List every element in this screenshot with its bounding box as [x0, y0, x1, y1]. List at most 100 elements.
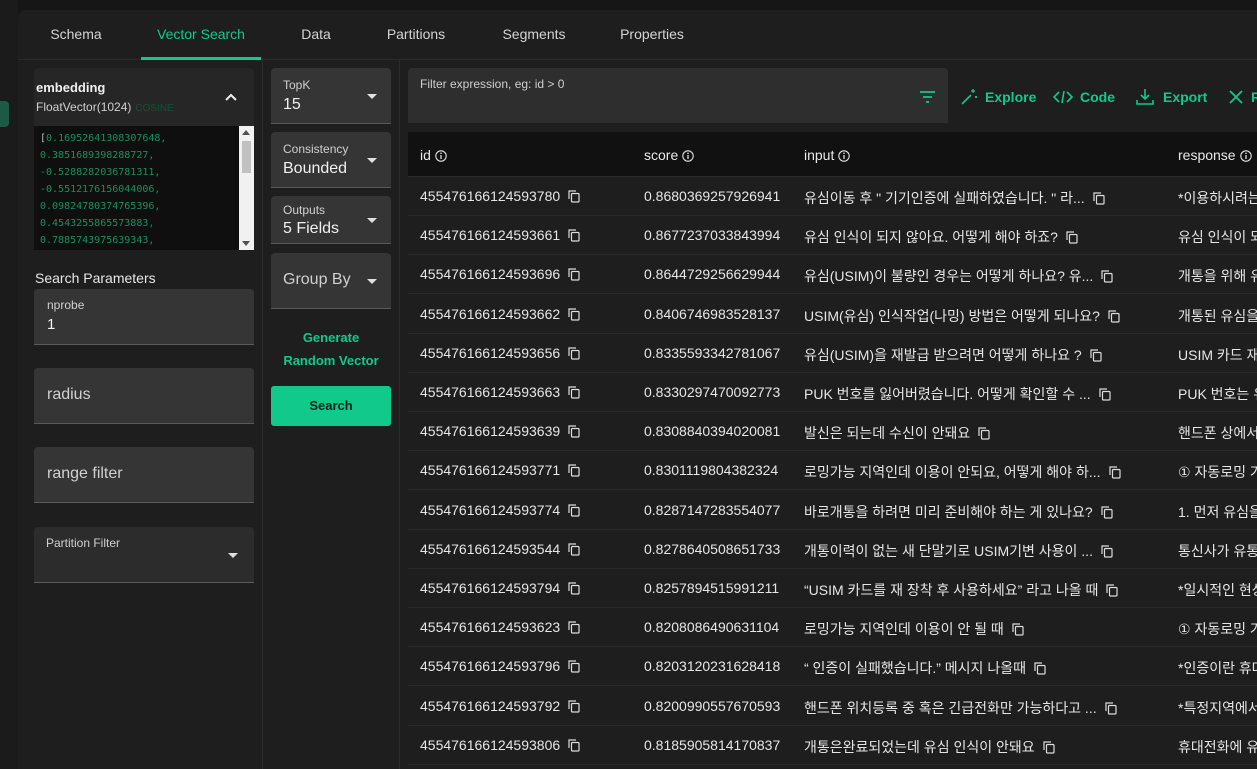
info-icon[interactable] [1239, 150, 1252, 162]
partition-filter-select[interactable]: Partition Filter [34, 527, 254, 583]
copy-icon[interactable] [1101, 270, 1113, 283]
export-button[interactable]: Export [1136, 88, 1216, 108]
scroll-up-icon[interactable] [242, 130, 250, 135]
generate-random-vector-button[interactable]: Generate Random Vector [271, 326, 391, 372]
cell-response: *일시적인 현상 [1178, 582, 1257, 598]
id-value: 455476166124593663 [420, 384, 561, 400]
copy-icon[interactable] [568, 699, 580, 713]
copy-icon[interactable] [1043, 741, 1055, 754]
tab-data[interactable]: Data [286, 10, 346, 60]
copy-icon[interactable] [568, 660, 580, 673]
copy-icon[interactable] [568, 229, 580, 242]
table-row[interactable]: 455476166124593780 0.8680369257926941 유심이동… [408, 177, 1257, 216]
copy-icon[interactable] [568, 347, 580, 360]
cell-response: ① 자동로밍 가 [1178, 621, 1257, 638]
column-header-input[interactable]: input [804, 147, 851, 163]
vector-input[interactable]: [0.16952641308307648, 0.3851689398288727… [34, 126, 254, 250]
copy-icon[interactable] [1034, 662, 1046, 675]
copy-icon[interactable] [1101, 505, 1113, 519]
id-value: 455476166124593780 [420, 188, 561, 204]
column-header-score[interactable]: score [644, 147, 694, 163]
cell-id: 455476166124593774 [420, 502, 640, 518]
info-icon[interactable] [435, 150, 447, 162]
copy-icon[interactable] [568, 425, 580, 438]
table-row[interactable]: 455476166124593806 0.8185905814170837 개통은완… [408, 726, 1257, 765]
vector-scrollbar[interactable] [239, 126, 254, 250]
table-row[interactable]: 455476166124593794 0.8257894515991211 “USI… [408, 569, 1257, 608]
cell-id: 455476166124593696 [420, 266, 640, 282]
tab-partitions[interactable]: Partitions [376, 10, 456, 60]
copy-icon[interactable] [1108, 466, 1121, 479]
table-row[interactable]: 455476166124593656 0.8335593342781067 유심(U… [408, 334, 1257, 373]
column-header-id[interactable]: id [420, 147, 447, 163]
field-type-label: FloatVector(1024) [36, 100, 132, 114]
cell-score: 0.8257894515991211 [644, 580, 780, 596]
scroll-down-icon[interactable] [242, 241, 250, 246]
copy-icon[interactable] [1093, 192, 1105, 205]
copy-icon[interactable] [1108, 309, 1120, 323]
table-row[interactable]: 455476166124593661 0.8677237033843994 유심 인… [408, 216, 1257, 256]
range-filter-placeholder: range filter [47, 465, 123, 482]
range-filter-field[interactable]: range filter [34, 447, 254, 503]
copy-icon[interactable] [1090, 349, 1102, 362]
tab-schema[interactable]: Schema [34, 10, 118, 60]
nprobe-field[interactable]: nprobe 1 [34, 289, 254, 345]
table-row[interactable]: 455476166124593771 0.8301119804382324 로밍가능… [408, 451, 1257, 491]
column-label: response [1178, 147, 1236, 163]
copy-icon[interactable] [1066, 231, 1078, 244]
rail-active-indicator[interactable] [0, 101, 9, 127]
copy-icon[interactable] [568, 386, 580, 399]
tab-properties[interactable]: Properties [612, 10, 692, 60]
chevron-up-icon[interactable] [224, 90, 238, 104]
filter-expression-input[interactable]: Filter expression, eg: id > 0 [408, 68, 948, 123]
table-row[interactable]: 455476166124593663 0.8330297470092773 PUK … [408, 373, 1257, 412]
consistency-select[interactable]: Consistency Bounded [271, 132, 391, 188]
copy-icon[interactable] [568, 307, 580, 321]
copy-icon[interactable] [568, 543, 580, 556]
table-row[interactable]: 455476166124593623 0.8208086490631104 로밍가능… [408, 608, 1257, 648]
cell-response: 개통을 위해 유 [1178, 268, 1257, 285]
outputs-select[interactable]: Outputs 5 Fields [271, 196, 391, 244]
copy-icon[interactable] [1106, 584, 1119, 597]
tab-segments[interactable]: Segments [494, 10, 574, 60]
table-row[interactable]: 455476166124593544 0.8278640508651733 개통이력… [408, 530, 1257, 569]
column-header-response[interactable]: response [1178, 147, 1252, 163]
table-row[interactable]: 455476166124593639 0.8308840394020081 발신은 … [408, 412, 1257, 452]
table-row[interactable]: 455476166124593796 0.8203120231628418 “ 인증… [408, 647, 1257, 687]
info-icon[interactable] [682, 150, 694, 162]
cell-id: 455476166124593623 [420, 619, 640, 635]
copy-icon[interactable] [568, 190, 580, 203]
code-button[interactable]: Code [1053, 88, 1123, 108]
copy-icon[interactable] [1012, 623, 1024, 636]
copy-icon[interactable] [1099, 388, 1111, 401]
chevron-down-icon [367, 94, 377, 99]
tab-vector-search[interactable]: Vector Search [141, 10, 261, 60]
info-icon[interactable] [838, 150, 851, 162]
reset-button[interactable]: R [1228, 88, 1257, 108]
radius-field[interactable]: radius [34, 368, 254, 424]
copy-icon[interactable] [568, 621, 580, 634]
copy-icon[interactable] [568, 739, 580, 752]
table-row[interactable]: 455476166124593696 0.8644729256629944 유심(U… [408, 255, 1257, 295]
field-name: embedding [36, 80, 106, 95]
filter-icon[interactable] [919, 90, 936, 104]
tab-bar: Schema Vector Search Data Partitions Seg… [18, 10, 1257, 60]
table-row[interactable]: 455476166124593774 0.8287147283554077 바로개통… [408, 491, 1257, 530]
cell-id: 455476166124593792 [420, 698, 640, 714]
topk-select[interactable]: TopK 15 [271, 68, 391, 124]
copy-icon[interactable] [568, 464, 580, 477]
copy-icon[interactable] [1101, 545, 1113, 558]
table-row[interactable]: 455476166124593662 0.8406746983528137 USIM… [408, 295, 1257, 334]
copy-icon[interactable] [568, 582, 580, 595]
vector-field-header[interactable]: embedding FloatVector(1024) COSINE [34, 68, 254, 126]
explore-button[interactable]: Explore [960, 88, 1040, 108]
copy-icon[interactable] [568, 268, 580, 281]
scroll-thumb[interactable] [242, 141, 251, 173]
copy-icon[interactable] [568, 503, 580, 517]
copy-icon[interactable] [1105, 701, 1117, 715]
group-by-select[interactable]: Group By [271, 253, 391, 309]
copy-icon[interactable] [978, 427, 990, 440]
cell-input: 개통이력이 없는 새 단말기로 USIM기변 사용이 ... [804, 541, 1144, 561]
search-button[interactable]: Search [271, 386, 391, 426]
table-row[interactable]: 455476166124593792 0.8200990557670593 핸드폰 … [408, 687, 1257, 726]
